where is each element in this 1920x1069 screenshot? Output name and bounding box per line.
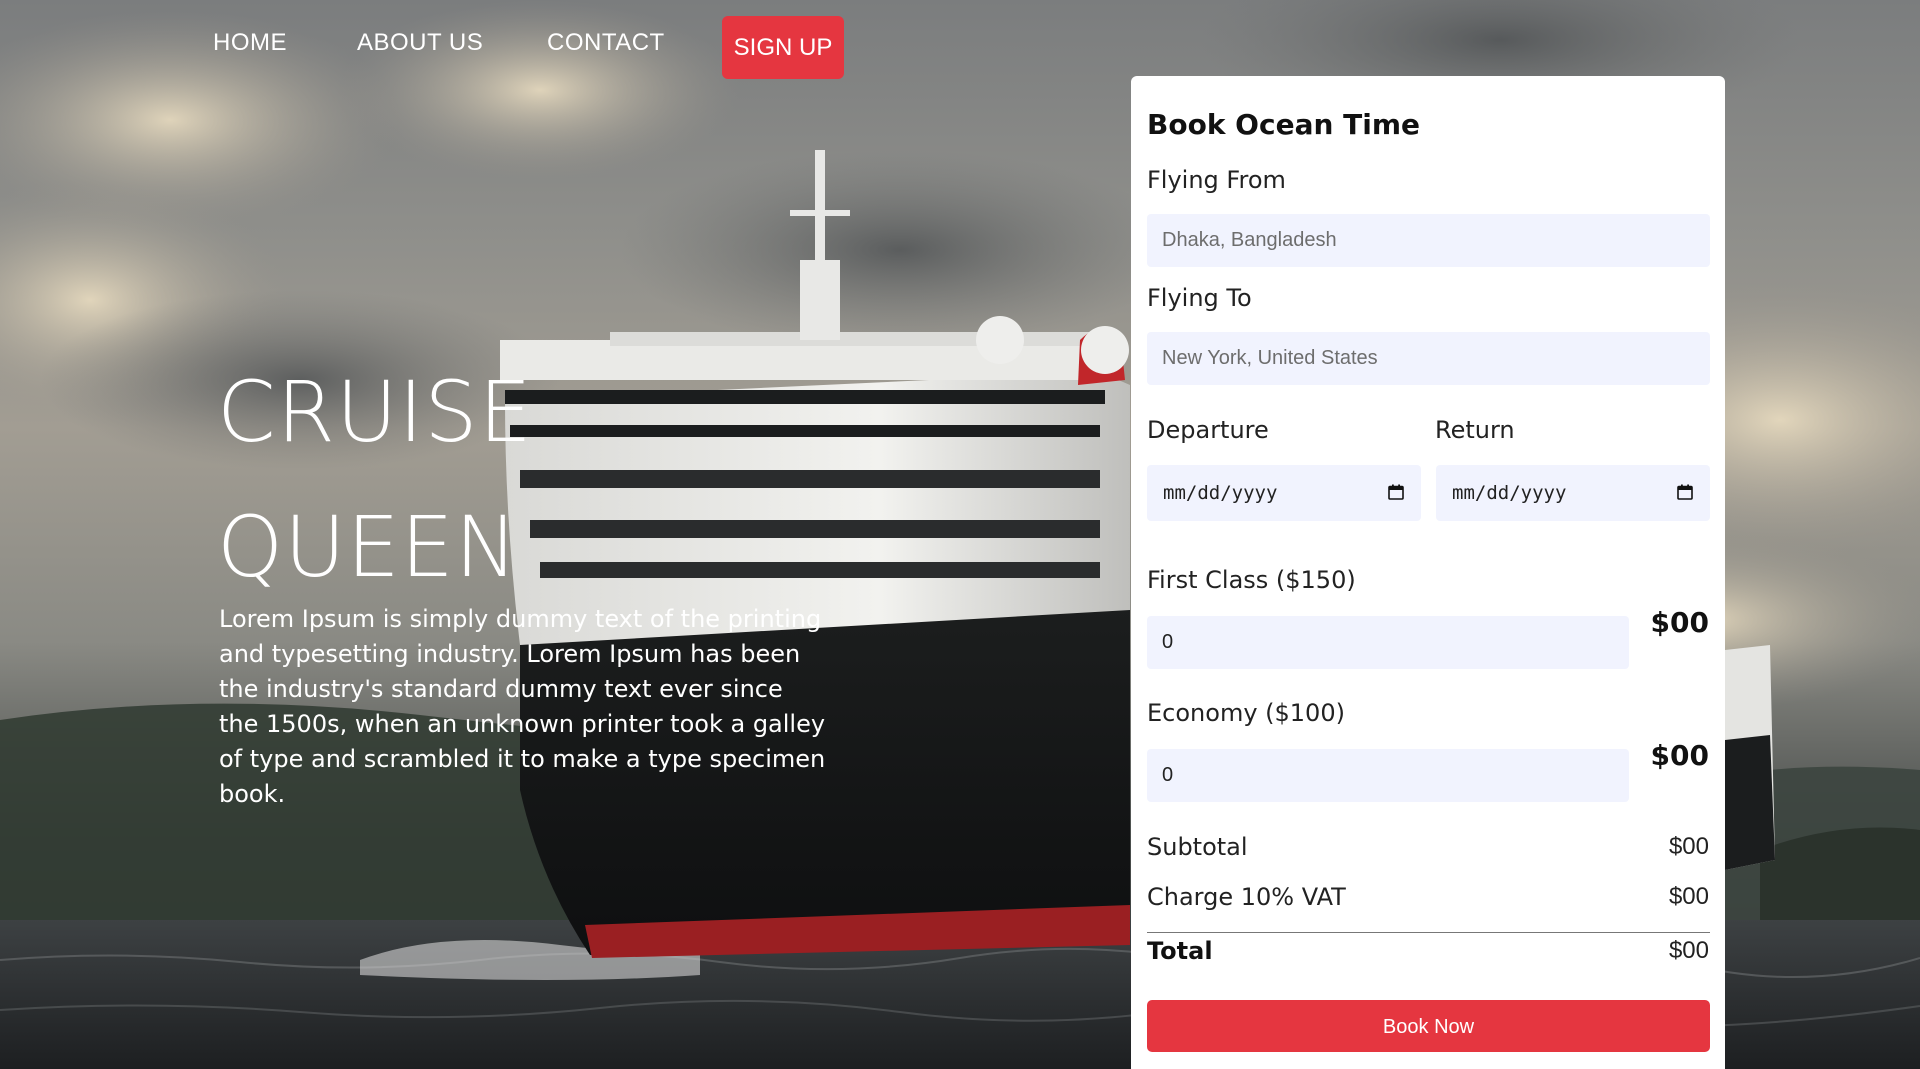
first-class-price: $00 <box>1650 606 1709 639</box>
flying-to-input[interactable] <box>1147 332 1710 385</box>
hero-title: CRUISE QUEEN <box>217 345 717 615</box>
hero-title-line-1: CRUISE <box>217 363 533 461</box>
nav-link-home[interactable]: HOME <box>213 29 287 57</box>
return-date-input[interactable]: mm/dd/yyyy <box>1436 465 1710 521</box>
economy-price: $00 <box>1650 739 1709 772</box>
booking-card: Book Ocean Time Flying From Flying To De… <box>1131 76 1725 1069</box>
nav-link-about-us[interactable]: ABOUT US <box>357 29 483 57</box>
return-date-value: mm/dd/yyyy <box>1452 482 1567 504</box>
booking-card-title: Book Ocean Time <box>1147 108 1421 141</box>
subtotal-value: $00 <box>1668 833 1709 860</box>
subtotal-label: Subtotal <box>1147 833 1248 861</box>
calendar-icon[interactable] <box>1388 484 1404 500</box>
sign-up-button[interactable]: SIGN UP <box>722 16 844 79</box>
vat-value: $00 <box>1668 883 1709 910</box>
hero-background: HOME ABOUT US CONTACT SIGN UP CRUISE QUE… <box>0 0 1920 1069</box>
return-label: Return <box>1435 416 1515 444</box>
nav-link-contact[interactable]: CONTACT <box>547 29 665 57</box>
economy-quantity-input[interactable]: 0 <box>1147 749 1629 802</box>
total-label: Total <box>1147 937 1213 965</box>
departure-label: Departure <box>1147 416 1269 444</box>
first-class-label: First Class ($150) <box>1147 566 1356 594</box>
economy-label: Economy ($100) <box>1147 699 1345 727</box>
hero-description: Lorem Ipsum is simply dummy text of the … <box>219 605 826 808</box>
departure-date-input[interactable]: mm/dd/yyyy <box>1147 465 1421 521</box>
flying-to-label: Flying To <box>1147 284 1252 312</box>
vat-label: Charge 10% VAT <box>1147 883 1346 911</box>
summary-divider <box>1147 932 1710 933</box>
hero-title-line-2: QUEEN <box>217 498 519 596</box>
first-class-quantity-input[interactable]: 0 <box>1147 616 1629 669</box>
total-value: $00 <box>1668 937 1709 964</box>
departure-date-value: mm/dd/yyyy <box>1163 482 1278 504</box>
flying-from-input[interactable] <box>1147 214 1710 267</box>
book-now-button[interactable]: Book Now <box>1147 1000 1710 1052</box>
calendar-icon[interactable] <box>1677 484 1693 500</box>
flying-from-label: Flying From <box>1147 166 1286 194</box>
